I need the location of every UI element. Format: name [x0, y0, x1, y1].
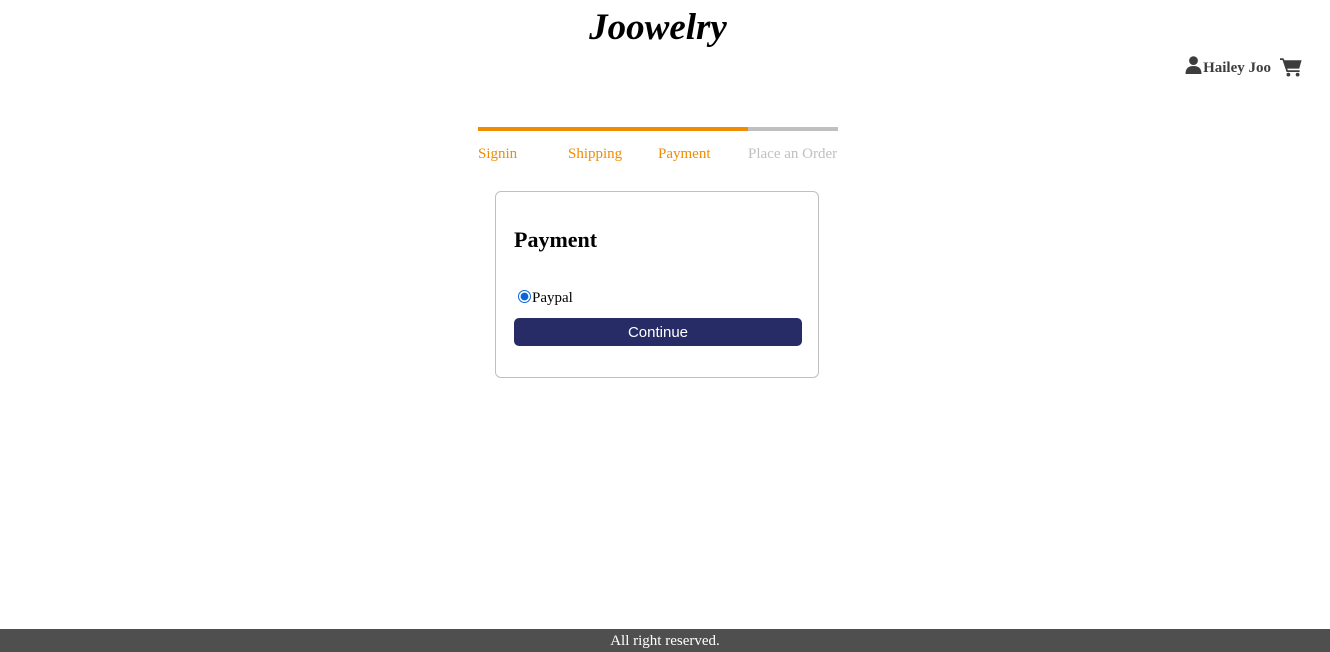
paypal-radio[interactable]	[518, 290, 531, 303]
user-area: Hailey Joo	[1185, 56, 1302, 77]
cart-link[interactable]	[1280, 57, 1302, 77]
user-account-link[interactable]: Hailey Joo	[1185, 56, 1271, 77]
cart-icon	[1280, 58, 1302, 77]
checkout-payment-page: Joowelry Hailey Joo Signin Shipping Paym…	[0, 0, 1330, 652]
user-icon	[1185, 56, 1202, 74]
payment-form: Payment Paypal Continue	[495, 191, 819, 378]
brand-logo-link[interactable]: Joowelry	[0, 6, 1316, 50]
step-place-order: Place an Order	[748, 127, 838, 163]
payment-method-option: Paypal	[518, 288, 573, 307]
paypal-label[interactable]: Paypal	[532, 290, 573, 307]
footer: All right reserved.	[0, 629, 1330, 652]
continue-button[interactable]: Continue	[514, 318, 802, 346]
checkout-steps: Signin Shipping Payment Place an Order	[478, 127, 838, 163]
step-signin: Signin	[478, 127, 568, 163]
step-shipping: Shipping	[568, 127, 658, 163]
payment-title: Payment	[514, 227, 598, 252]
user-name: Hailey Joo	[1203, 60, 1271, 76]
step-payment: Payment	[658, 127, 748, 163]
